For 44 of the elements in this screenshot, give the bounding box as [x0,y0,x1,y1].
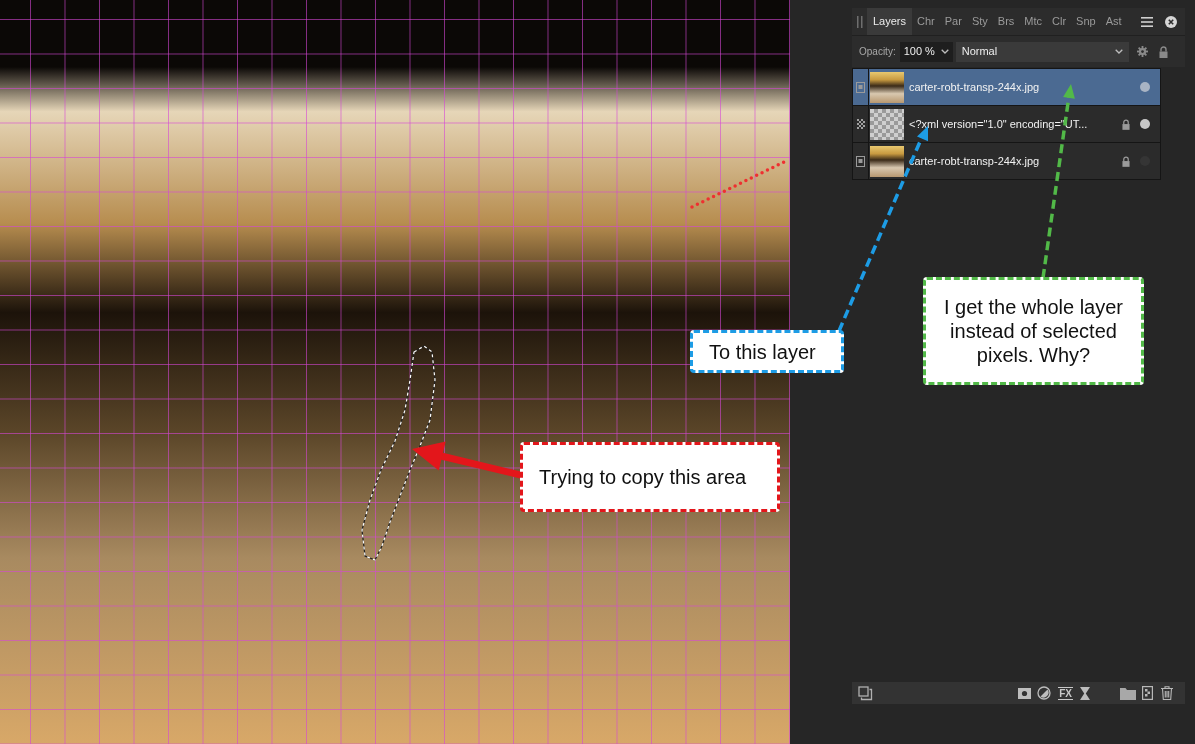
trash-icon[interactable] [1161,686,1173,700]
layer-name: carter-robt-transp-244x.jpg [909,79,1040,95]
photo-thumbnail [870,71,904,103]
layer-name: <?xml version="1.0" encoding="UT... [909,116,1088,132]
layer-row[interactable]: carter-robt-transp-244x.jpg [853,69,1160,106]
lock-icon[interactable] [1122,155,1130,167]
panel-tab[interactable]: Layers [867,8,913,35]
pixel-layer-icon [856,81,865,93]
callout: To this layer [690,330,844,373]
panel-tab[interactable]: Par [940,8,966,35]
panel-tab[interactable]: Brs [993,8,1019,35]
folder-icon[interactable] [1120,686,1136,700]
mask-icon[interactable] [1018,687,1032,699]
photo-thumbnail [870,145,904,177]
chevron-down-icon [1114,49,1123,54]
hourglass-icon[interactable] [1080,686,1090,700]
settings-icon[interactable] [1136,46,1148,57]
lock-icon[interactable] [1158,45,1168,58]
checkerboard-icon[interactable] [1142,686,1153,700]
adjustment-icon[interactable] [1037,686,1052,700]
panel-tab[interactable]: Snp [1072,8,1100,35]
visibility-dot-icon[interactable] [1140,119,1150,129]
panel-tab[interactable]: Ast [1101,8,1126,35]
photo-thumbnail [870,108,904,140]
layer-row[interactable]: <?xml version="1.0" encoding="UT... [853,106,1160,143]
menu-icon[interactable] [1141,16,1153,27]
grip-icon[interactable] [857,15,863,28]
visibility-dot-icon[interactable] [1140,82,1150,92]
callout: I get the whole layer instead of selected pixels. Why? [923,277,1144,385]
panel-tab[interactable]: Mtc [1020,8,1047,35]
panel-tab[interactable]: Sty [967,8,992,35]
pixel-layer-icon [856,155,865,167]
opacity-dropdown[interactable]: 100 % [899,41,953,62]
panel-tab[interactable]: Chr [913,8,939,35]
opacity-label: Opacity: [859,45,896,59]
stacked-squares-icon[interactable] [858,685,873,701]
checkerboard-icon [856,119,865,129]
panel-tab[interactable]: Clr [1048,8,1071,35]
blend-mode-dropdown[interactable]: Normal [955,41,1129,62]
callout: Trying to copy this area [520,442,780,512]
close-icon[interactable] [1165,15,1177,28]
lock-icon[interactable] [1122,118,1130,130]
fx-button[interactable]: FX [1058,686,1073,700]
chevron-down-icon [940,49,949,54]
